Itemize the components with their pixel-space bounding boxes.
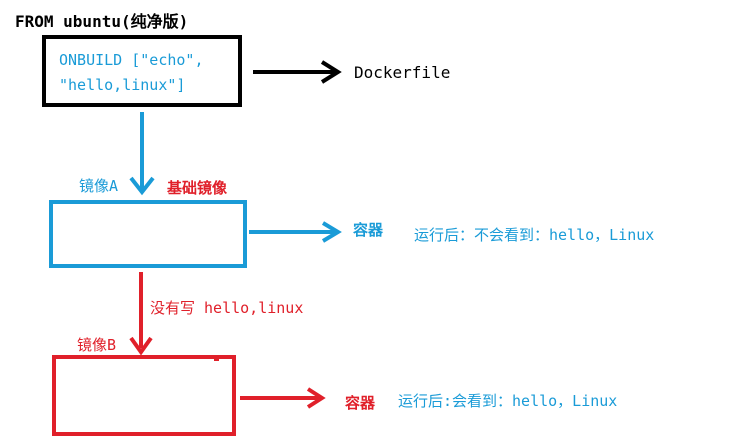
image-a-container-label: 容器: [353, 221, 384, 239]
image-b-container-label: 容器: [345, 394, 376, 412]
image-b-result-text: 运行后:会看到：hello，Linux: [398, 392, 618, 410]
image-b-box: [52, 355, 236, 436]
onbuild-box: [42, 35, 242, 107]
onbuild-line-2: "hello,linux"]: [59, 76, 186, 94]
no-write-label: 没有写 hello,linux: [150, 299, 304, 317]
image-a-label: 镜像A: [79, 177, 119, 195]
dockerfile-label: Dockerfile: [354, 63, 451, 82]
image-a-result-text: 运行后：不会看到：hello，Linux: [414, 226, 655, 244]
image-b-box-speck: [214, 358, 219, 361]
onbuild-line-1: ONBUILD ["echo",: [59, 51, 204, 69]
image-b-label: 镜像B: [77, 336, 117, 354]
image-a-box: [49, 200, 247, 268]
top-label: FROM ubuntu(纯净版): [15, 12, 189, 31]
base-image-label: 基础镜像: [167, 179, 228, 197]
